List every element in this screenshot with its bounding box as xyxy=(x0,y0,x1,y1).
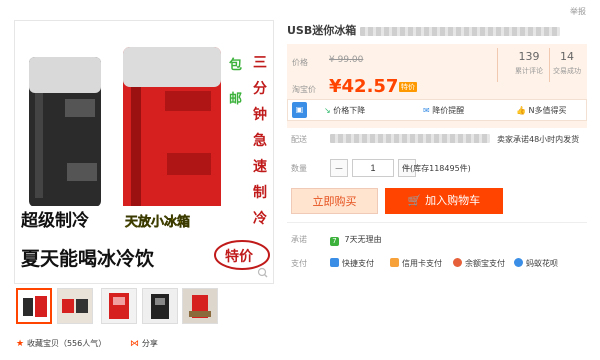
qr-phone-icon[interactable]: ▣ xyxy=(292,102,307,118)
orig-price-label: 价格 xyxy=(292,58,308,67)
shipping-label: 配送 xyxy=(291,135,307,144)
quantity-label: 数量 xyxy=(291,164,307,173)
product-title: USB迷你冰箱 xyxy=(287,22,561,38)
price-drop-action[interactable]: ↘ 价格下降 xyxy=(324,105,365,116)
buy-now-button[interactable]: 立即购买 xyxy=(291,188,378,214)
promise-7day[interactable]: 7 7天无理由 xyxy=(330,234,382,246)
thumbnail-2[interactable] xyxy=(57,288,93,324)
orig-price: ¥ 99.00 xyxy=(329,55,364,65)
share-icon: ⋈ xyxy=(130,339,139,349)
taobao-price: ¥42.57 xyxy=(329,76,399,97)
share-item[interactable]: ⋈ 分享 xyxy=(130,338,158,349)
promise-label: 承诺 xyxy=(291,235,307,244)
svg-text:三: 三 xyxy=(253,55,267,71)
taobao-price-label: 淘宝价 xyxy=(292,85,316,94)
add-to-cart-button[interactable]: 🛒 加入购物车 xyxy=(385,188,503,214)
thumbnail-5[interactable] xyxy=(182,288,218,324)
svg-text:超级制冷: 超级制冷 xyxy=(21,210,89,231)
stats-divider xyxy=(497,48,498,82)
report-link[interactable]: 举报 xyxy=(570,6,586,17)
deal-count-label: 交易成功 xyxy=(553,67,581,75)
divider xyxy=(287,222,587,223)
payment-label: 支付 xyxy=(291,259,307,268)
mail-icon: ✉ xyxy=(423,106,430,115)
credit-card-icon xyxy=(390,258,399,267)
share-label: 分享 xyxy=(141,339,158,348)
quick-pay-icon xyxy=(330,258,339,267)
price-remind-action[interactable]: ✉ 降价提醒 xyxy=(423,105,464,116)
thumbnail-1[interactable] xyxy=(16,288,52,324)
svg-text:特价: 特价 xyxy=(225,248,254,265)
svg-text:包: 包 xyxy=(229,57,242,73)
yuebao-icon xyxy=(453,258,462,267)
payment-yuebao[interactable]: 余额宝支付 xyxy=(453,258,505,269)
svg-text:冷: 冷 xyxy=(253,210,267,227)
thumbnail-4[interactable] xyxy=(142,288,178,324)
seven-day-icon: 7 xyxy=(330,237,339,246)
payment-credit[interactable]: 信用卡支付 xyxy=(390,258,442,269)
quantity-minus-button[interactable]: − xyxy=(330,159,348,177)
svg-text:夏天能喝冰冷饮: 夏天能喝冰冷饮 xyxy=(21,247,155,270)
payment-quick[interactable]: 快捷支付 xyxy=(330,258,374,269)
quantity-input[interactable] xyxy=(352,159,394,177)
svg-text:制: 制 xyxy=(253,184,267,201)
svg-text:分: 分 xyxy=(253,81,267,97)
huabei-icon xyxy=(514,258,523,267)
svg-text:邮: 邮 xyxy=(229,91,242,107)
shipping-address xyxy=(330,134,490,144)
payment-huabei[interactable]: 蚂蚁花呗 xyxy=(514,258,558,269)
svg-text:天放小冰箱: 天放小冰箱 xyxy=(125,214,190,230)
shipping-note: 卖家承诺48小时内发货 xyxy=(497,135,580,144)
thumbnail-3[interactable] xyxy=(101,288,137,324)
product-photo: 超级制冷 天放小冰箱 夏天能喝冰冷饮 包 邮 三 分 钟 急 速 制 冷 特价 xyxy=(15,21,273,283)
price-drop-icon: ↘ xyxy=(324,106,331,115)
worth-buying-action[interactable]: 👍 N多值得买 xyxy=(516,105,567,116)
special-price-tag: 特价 xyxy=(399,82,417,92)
collect-item[interactable]: ★ 收藏宝贝（556人气） xyxy=(16,338,106,349)
product-main-image[interactable]: 超级制冷 天放小冰箱 夏天能喝冰冷饮 包 邮 三 分 钟 急 速 制 冷 特价 xyxy=(14,20,274,284)
deal-count: 14 xyxy=(560,50,574,63)
svg-text:速: 速 xyxy=(253,158,267,175)
svg-text:急: 急 xyxy=(253,132,267,149)
svg-text:钟: 钟 xyxy=(253,106,267,123)
cart-icon: 🛒 xyxy=(407,194,422,207)
collect-label: 收藏宝贝（556人气） xyxy=(26,339,107,348)
action-bar: ▣ ↘ 价格下降 ✉ 降价提醒 👍 N多值得买 xyxy=(287,99,587,121)
stock-info: 件(库存118495件) xyxy=(402,164,471,173)
thumbs-up-icon: 👍 xyxy=(516,106,526,115)
star-icon: ★ xyxy=(16,339,25,349)
